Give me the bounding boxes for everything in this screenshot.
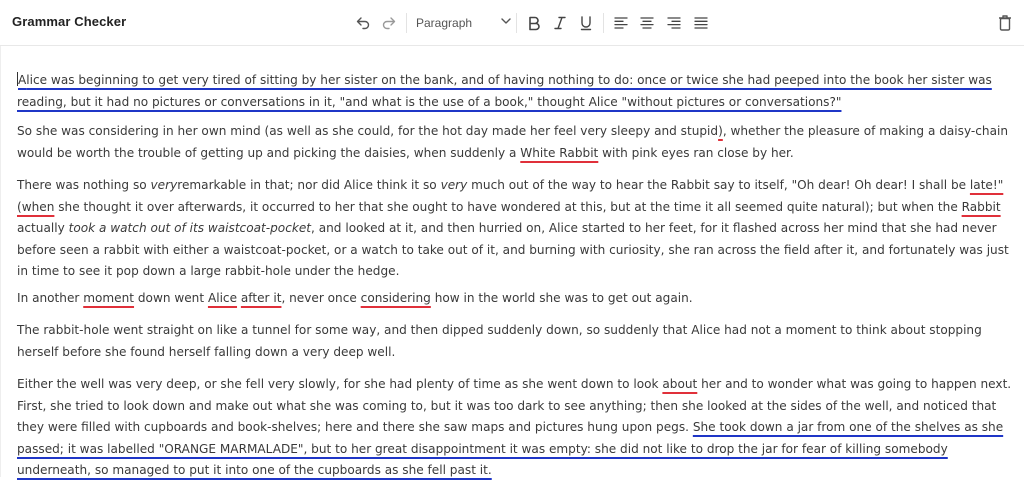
align-left-icon[interactable] <box>612 13 630 33</box>
app-header: Grammar Checker Paragraph <box>0 0 1024 46</box>
text-run: remarkable in that; nor did Alice think … <box>177 178 441 192</box>
spelling-flag[interactable]: Alice <box>208 291 237 305</box>
toolbar-divider <box>516 13 517 33</box>
align-center-icon[interactable] <box>638 13 656 33</box>
paragraph-5: The rabbit-hole went straight on like a … <box>17 320 1015 363</box>
block-style-select[interactable]: Paragraph <box>416 12 512 34</box>
text-run: much out of the way to hear the Rabbit s… <box>467 178 970 192</box>
text-run: Either the well was very deep, or she fe… <box>17 377 663 391</box>
text-run: The rabbit-hole went straight on like a … <box>17 323 982 359</box>
grammar-suggestion: Alice was beginning to get very tired of… <box>17 73 992 109</box>
spelling-flag[interactable]: about <box>662 377 697 391</box>
toolbar-divider <box>603 13 604 33</box>
text-run: with pink eyes ran close by her. <box>598 145 794 160</box>
underline-icon[interactable] <box>577 13 595 33</box>
undo-icon[interactable] <box>353 13 373 33</box>
text-run: So she was considering in her own mind (… <box>17 124 719 138</box>
app-title: Grammar Checker <box>12 14 127 29</box>
paragraph-4: In another moment down went Alice after … <box>17 288 1015 310</box>
text-run: actually <box>17 221 69 235</box>
paragraph-3: There was nothing so veryremarkable in t… <box>17 175 1015 283</box>
bold-icon[interactable] <box>525 13 543 33</box>
text-run: down went <box>134 291 208 305</box>
text-run: There was nothing so <box>17 178 151 192</box>
toolbar-divider <box>406 13 407 33</box>
text-run: , never once <box>281 291 361 305</box>
paragraph-6: Either the well was very deep, or she fe… <box>17 374 1015 482</box>
grammar-flag-text[interactable]: lice was beginning to get very tired of … <box>17 73 992 109</box>
block-style-label: Paragraph <box>416 16 473 30</box>
spelling-flag[interactable]: (when <box>17 200 54 214</box>
editor-content[interactable]: Alice was beginning to get very tired of… <box>0 46 1024 477</box>
text-run: In another <box>17 291 84 305</box>
spelling-flag[interactable]: after it <box>241 291 282 305</box>
chevron-down-icon <box>500 14 512 32</box>
spelling-flag[interactable]: Rabbit <box>962 200 1001 214</box>
italic-icon[interactable] <box>551 13 569 33</box>
trash-icon[interactable] <box>995 12 1015 34</box>
redo-icon[interactable] <box>379 13 399 33</box>
spelling-flag[interactable]: White Rabbit <box>520 146 598 160</box>
align-right-icon[interactable] <box>665 13 683 33</box>
italic-run: very <box>150 178 178 192</box>
spelling-flag[interactable]: late!" <box>970 178 1003 192</box>
text-run: how in the world she was to get out agai… <box>430 291 693 305</box>
italic-run: took a watch out of its waistcoat-pocket <box>68 221 312 235</box>
spelling-flag[interactable]: considering <box>361 291 431 305</box>
text-run: she thought it over afterwards, it occur… <box>54 199 962 214</box>
align-justify-icon[interactable] <box>692 13 710 33</box>
spelling-flag[interactable]: moment <box>83 291 134 305</box>
italic-run: very <box>440 178 468 192</box>
paragraph-1: Alice was beginning to get very tired of… <box>17 70 1015 113</box>
paragraph-2: So she was considering in her own mind (… <box>17 121 1015 164</box>
